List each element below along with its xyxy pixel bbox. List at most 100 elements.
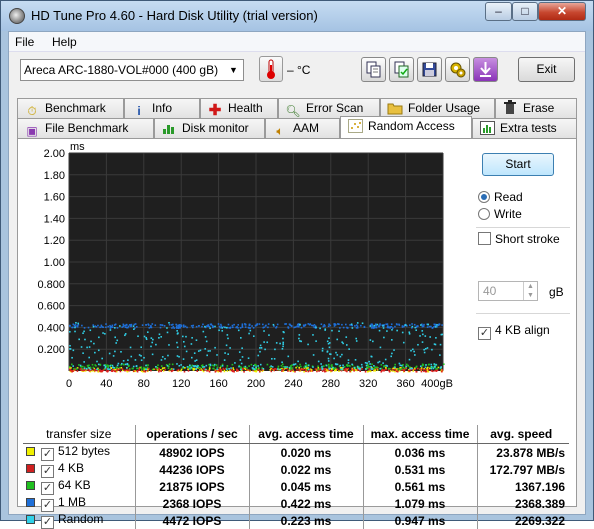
series-visible-checkbox[interactable]: ✓ xyxy=(41,482,54,495)
point-64-kb xyxy=(422,364,425,366)
tab-file-benchmark[interactable]: ▣ File Benchmark xyxy=(17,118,154,138)
point-1-mb xyxy=(211,324,214,327)
write-label: Write xyxy=(494,207,522,221)
point-random xyxy=(345,336,348,338)
tab-aam[interactable]: 🔈︎ AAM xyxy=(265,118,340,138)
spin-buttons[interactable]: ▲ ▼ xyxy=(523,282,537,300)
point-1-mb xyxy=(100,324,103,327)
point-64-kb xyxy=(289,365,292,367)
drive-dropdown[interactable]: Areca ARC-1880-VOL#000 (400 gB) ▼ xyxy=(20,59,244,81)
short-stroke-checkbox[interactable]: Short stroke xyxy=(478,232,560,246)
point-64-kb xyxy=(167,367,170,369)
point-random xyxy=(423,348,425,351)
tab-random-access[interactable]: Random Access xyxy=(340,116,472,138)
menu-file[interactable]: File xyxy=(15,35,34,49)
point-random xyxy=(399,364,402,367)
minimize-button[interactable]: – xyxy=(485,2,512,21)
point-512-bytes xyxy=(292,370,295,373)
close-button[interactable]: ✕ xyxy=(538,2,586,21)
copy-icon[interactable] xyxy=(361,57,386,82)
point-1-mb xyxy=(437,324,440,327)
download-icon[interactable] xyxy=(473,57,498,82)
point-random xyxy=(203,366,206,368)
point-random xyxy=(439,354,441,356)
copy-all-icon[interactable] xyxy=(389,57,414,82)
point-1-mb xyxy=(294,326,297,328)
point-4-kb xyxy=(133,370,135,372)
point-1-mb xyxy=(141,324,144,326)
series-visible-checkbox[interactable]: ✓ xyxy=(41,465,54,478)
point-random xyxy=(324,329,326,331)
tab-error-scan[interactable]: 🔍︎ Error Scan xyxy=(278,98,380,118)
tab-erase[interactable]: Erase xyxy=(495,98,577,118)
point-1-mb xyxy=(222,326,225,328)
menu-bar: File Help xyxy=(9,32,585,52)
temperature-readout: – °C xyxy=(287,63,311,77)
point-random xyxy=(423,351,426,354)
write-radio[interactable]: Write xyxy=(478,207,522,221)
point-random xyxy=(408,333,411,335)
point-random xyxy=(186,366,189,368)
point-4-kb xyxy=(82,369,84,372)
title-bar[interactable]: HD Tune Pro 4.60 - Hard Disk Utility (tr… xyxy=(1,1,593,31)
series-visible-checkbox[interactable]: ✓ xyxy=(41,516,54,529)
point-random xyxy=(321,365,323,368)
point-64-kb xyxy=(226,365,229,367)
point-random xyxy=(336,363,339,366)
point-1-mb xyxy=(342,326,345,329)
maximize-button[interactable]: □ xyxy=(512,2,538,21)
point-4-kb xyxy=(164,368,166,371)
short-stroke-size-input[interactable]: 40 ▲ ▼ xyxy=(478,281,538,301)
point-random xyxy=(189,368,191,370)
point-4-kb xyxy=(316,370,318,373)
tab-label: Disk monitor xyxy=(182,121,249,135)
row-size: Random xyxy=(58,512,104,526)
options-icon[interactable] xyxy=(445,57,470,82)
point-64-kb xyxy=(231,363,234,366)
point-64-kb xyxy=(88,364,90,367)
point-4-kb xyxy=(183,370,186,373)
align-4kb-checkbox[interactable]: ✓ 4 KB align xyxy=(478,323,550,340)
tab-disk-monitor[interactable]: Disk monitor xyxy=(154,118,265,138)
header-ops: operations / sec xyxy=(134,425,249,444)
point-4-kb xyxy=(423,370,425,373)
point-random xyxy=(78,338,80,341)
read-radio[interactable]: Read xyxy=(478,190,523,204)
point-random xyxy=(378,360,381,363)
point-random xyxy=(336,354,339,356)
point-4-kb xyxy=(364,370,367,373)
point-random xyxy=(225,326,228,329)
point-random xyxy=(221,330,224,332)
folder-icon xyxy=(387,101,403,117)
point-4-kb xyxy=(281,370,283,372)
point-4-kb xyxy=(158,369,161,371)
point-random xyxy=(434,326,437,328)
point-random xyxy=(321,347,324,350)
point-64-kb xyxy=(399,368,402,371)
point-random xyxy=(74,330,76,333)
tab-health[interactable]: ✚ Health xyxy=(200,98,278,119)
tab-folder-usage[interactable]: Folder Usage xyxy=(380,98,495,118)
point-random xyxy=(427,323,429,326)
series-color-swatch xyxy=(26,464,35,473)
point-4-kb xyxy=(420,370,423,373)
point-4-kb xyxy=(219,370,221,373)
chevron-down-icon[interactable]: ▼ xyxy=(226,62,241,78)
point-random xyxy=(185,350,188,353)
row-avg-speed: 2368.389 xyxy=(476,495,569,512)
point-random xyxy=(114,350,116,353)
tab-label: Erase xyxy=(523,101,555,115)
row-ops: 21875 IOPS xyxy=(134,478,249,495)
tab-label: Benchmark xyxy=(45,101,106,115)
series-visible-checkbox[interactable]: ✓ xyxy=(41,499,54,512)
point-4-kb xyxy=(111,369,113,371)
tab-benchmark[interactable]: ⏱ Benchmark xyxy=(17,98,124,118)
exit-button[interactable]: Exit xyxy=(518,57,575,82)
tab-info[interactable]: i Info xyxy=(124,98,200,118)
tab-extra-tests[interactable]: Extra tests xyxy=(472,118,577,138)
series-visible-checkbox[interactable]: ✓ xyxy=(41,448,54,461)
menu-help[interactable]: Help xyxy=(52,35,77,49)
save-icon[interactable] xyxy=(417,57,442,82)
start-button[interactable]: Start xyxy=(482,153,554,176)
point-1-mb xyxy=(122,323,125,326)
